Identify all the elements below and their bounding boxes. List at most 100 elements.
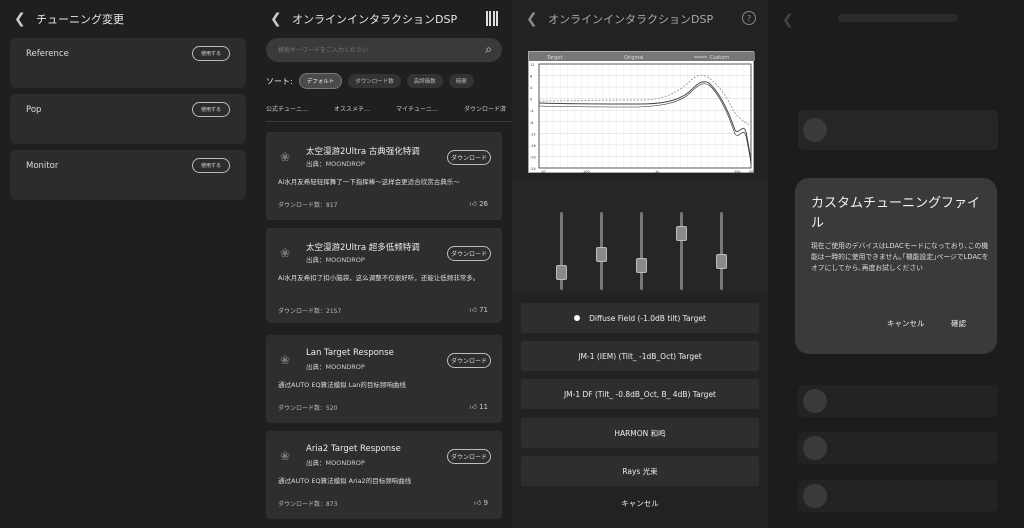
tuning-name: Reference bbox=[26, 49, 69, 59]
x-tick-label: 20k bbox=[749, 170, 755, 174]
eq-slider-knob[interactable] bbox=[596, 247, 607, 262]
target-option-jm1-df[interactable]: JM-1 DF (Tilt_ -0.8dB_Oct, B_ 4dB) Targe… bbox=[521, 379, 759, 409]
preset-card[interactable]: ❀ Lan Target Response 出典：MOONDROP ダウンロード… bbox=[266, 335, 502, 423]
search-input[interactable]: 検索キーワードをご入力ください ⌕ bbox=[266, 38, 502, 62]
tuning-name: Monitor bbox=[26, 161, 59, 171]
y-tick-label: -12 bbox=[530, 132, 536, 136]
header: ❮ オンラインインタラクションDSP ? bbox=[512, 0, 768, 38]
eq-slider-track[interactable] bbox=[720, 212, 723, 290]
search-icon[interactable]: ⌕ bbox=[485, 42, 492, 57]
equalizer-icon[interactable] bbox=[486, 11, 498, 26]
sort-downloads[interactable]: ダウンロード数 bbox=[348, 74, 401, 88]
eq-slider-knob[interactable] bbox=[716, 254, 727, 269]
download-button[interactable]: ダウンロード bbox=[447, 353, 491, 368]
x-tick-label: 20 bbox=[541, 170, 545, 174]
sort-time[interactable]: 時間 bbox=[448, 74, 474, 88]
tab-my-tuning[interactable]: マイチューニ… bbox=[396, 104, 438, 113]
dialog-title: カスタムチューニングファイル bbox=[811, 196, 981, 231]
tab-recommended[interactable]: オススメチ… bbox=[334, 104, 370, 113]
preset-source: 出典：MOONDROP bbox=[306, 256, 365, 264]
x-tick-label: 1k bbox=[655, 170, 660, 174]
page-title: オンラインインタラクションDSP bbox=[292, 13, 458, 26]
blurred-row bbox=[798, 432, 998, 464]
y-tick-label: 4 bbox=[530, 86, 533, 90]
eq-slider-track[interactable] bbox=[640, 212, 643, 290]
target-option-jm1-iem[interactable]: JM-1 (IEM) (Tilt_ -1dB_Oct) Target bbox=[521, 341, 759, 371]
tab-divider bbox=[266, 121, 512, 122]
like-count[interactable]: 👍︎ 9 bbox=[474, 498, 488, 507]
legend-original: Original bbox=[624, 55, 644, 61]
tuning-change-screen: ❮ チューニング変更 Reference 使用する Pop 使用する Monit… bbox=[0, 0, 256, 528]
option-label: Diffuse Field (-1.0dB tilt) Target bbox=[589, 313, 706, 323]
preset-card[interactable]: ❀ 太空漫游2Ultra 超多低频特调 出典：MOONDROP ダウンロード A… bbox=[266, 228, 502, 323]
tab-official[interactable]: 公式チューニ… bbox=[266, 104, 308, 113]
eq-slider-knob[interactable] bbox=[556, 264, 567, 280]
cancel-button[interactable]: キャンセル bbox=[512, 498, 768, 509]
eq-slider-knob[interactable] bbox=[636, 257, 647, 273]
preset-title: 太空漫游2Ultra 超多低频特调 bbox=[306, 243, 420, 253]
option-label: Rays 光束 bbox=[622, 466, 658, 476]
back-icon[interactable]: ❮ bbox=[270, 11, 292, 27]
download-button[interactable]: ダウンロード bbox=[447, 150, 491, 165]
target-option-harmon[interactable]: HARMON 和鸣 bbox=[521, 418, 759, 448]
sort-rating[interactable]: 高評価数 bbox=[406, 74, 443, 88]
tab-downloaded[interactable]: ダウンロード済 bbox=[464, 104, 506, 113]
preset-source: 出典：MOONDROP bbox=[306, 160, 365, 168]
blurred-avatar-icon bbox=[803, 389, 827, 413]
tab-bar: 公式チューニ… オススメチ… マイチューニ… ダウンロード済 bbox=[266, 104, 512, 122]
blurred-row bbox=[798, 385, 998, 417]
page-title: チューニング変更 bbox=[36, 13, 124, 26]
download-count: ダウンロード数：2157 bbox=[278, 308, 342, 315]
tuning-card-reference: Reference 使用する bbox=[10, 38, 246, 88]
preset-card[interactable]: ❀ Aria2 Target Response 出典：MOONDROP ダウンロ… bbox=[266, 431, 502, 519]
use-button[interactable]: 使用する bbox=[192, 158, 230, 173]
sort-row: ソート: デフォルト ダウンロード数 高評価数 時間 bbox=[266, 73, 474, 89]
like-count[interactable]: 👍︎ 11 bbox=[470, 402, 488, 411]
preset-title: Aria2 Target Response bbox=[306, 444, 401, 454]
like-count[interactable]: 👍︎ 26 bbox=[470, 199, 488, 208]
y-tick-label: 12 bbox=[530, 63, 534, 67]
use-button[interactable]: 使用する bbox=[192, 102, 230, 117]
tuning-name: Pop bbox=[26, 105, 42, 115]
preset-source: 出典：MOONDROP bbox=[306, 363, 365, 371]
author-avatar-icon: ❀ bbox=[280, 353, 291, 367]
y-tick-label: 0 bbox=[530, 98, 532, 102]
like-value: 11 bbox=[479, 403, 488, 411]
like-value: 9 bbox=[483, 499, 488, 507]
download-button[interactable]: ダウンロード bbox=[447, 246, 491, 261]
blurred-avatar-icon bbox=[803, 436, 827, 460]
back-icon[interactable]: ❮ bbox=[526, 11, 548, 27]
custom-tuning-screen: ❮ カスタムチューニングファイル 現在ご使用のデバイスはLDACモードになってお… bbox=[768, 0, 1024, 528]
eq-slider-track[interactable] bbox=[680, 212, 683, 290]
target-option-rays[interactable]: Rays 光束 bbox=[521, 456, 759, 486]
header: ❮ オンラインインタラクションDSP bbox=[256, 0, 512, 38]
download-button[interactable]: ダウンロード bbox=[447, 449, 491, 464]
y-tick-label: -4 bbox=[530, 109, 534, 113]
tuning-card-pop: Pop 使用する bbox=[10, 94, 246, 144]
y-tick-label: 8 bbox=[530, 75, 532, 79]
y-tick-label: -8 bbox=[530, 121, 534, 125]
x-tick-label: 10k bbox=[734, 170, 741, 174]
blurred-row bbox=[798, 480, 998, 512]
dialog-cancel-button[interactable]: キャンセル bbox=[887, 318, 925, 329]
download-count: ダウンロード数：873 bbox=[278, 501, 338, 508]
thumbs-up-icon: 👍︎ bbox=[469, 306, 477, 314]
legend-custom: Custom bbox=[710, 55, 729, 61]
help-icon[interactable]: ? bbox=[742, 11, 756, 25]
back-icon[interactable]: ❮ bbox=[14, 11, 36, 27]
like-count[interactable]: 👍︎ 71 bbox=[470, 305, 488, 314]
preset-description: Ai水月友希轻轻挥舞了一下指挥棒～这样会更适合欣赏古典乐～ bbox=[278, 178, 460, 186]
search-placeholder: 検索キーワードをご入力ください bbox=[278, 47, 369, 54]
target-option-diffuse-field[interactable]: Diffuse Field (-1.0dB tilt) Target bbox=[521, 303, 759, 333]
eq-slider-knob[interactable] bbox=[676, 226, 687, 241]
option-label: JM-1 DF (Tilt_ -0.8dB_Oct, B_ 4dB) Targe… bbox=[563, 389, 717, 399]
dialog-confirm-button[interactable]: 確認 bbox=[951, 318, 966, 329]
preset-source: 出典：MOONDROP bbox=[306, 459, 365, 467]
thumbs-up-icon: 👍︎ bbox=[473, 499, 482, 507]
preset-card[interactable]: ❀ 太空漫游2Ultra 古典强化特调 出典：MOONDROP ダウンロード A… bbox=[266, 132, 502, 220]
x-tick-label: 100 bbox=[583, 170, 590, 174]
sort-default[interactable]: デフォルト bbox=[298, 73, 343, 89]
preset-description: 通过AUTO EQ算法模拟 Aria2的目标频响曲线 bbox=[278, 477, 412, 485]
preset-description: 通过AUTO EQ算法模拟 Lan的目标频响曲线 bbox=[278, 381, 406, 389]
use-button[interactable]: 使用する bbox=[192, 46, 230, 61]
